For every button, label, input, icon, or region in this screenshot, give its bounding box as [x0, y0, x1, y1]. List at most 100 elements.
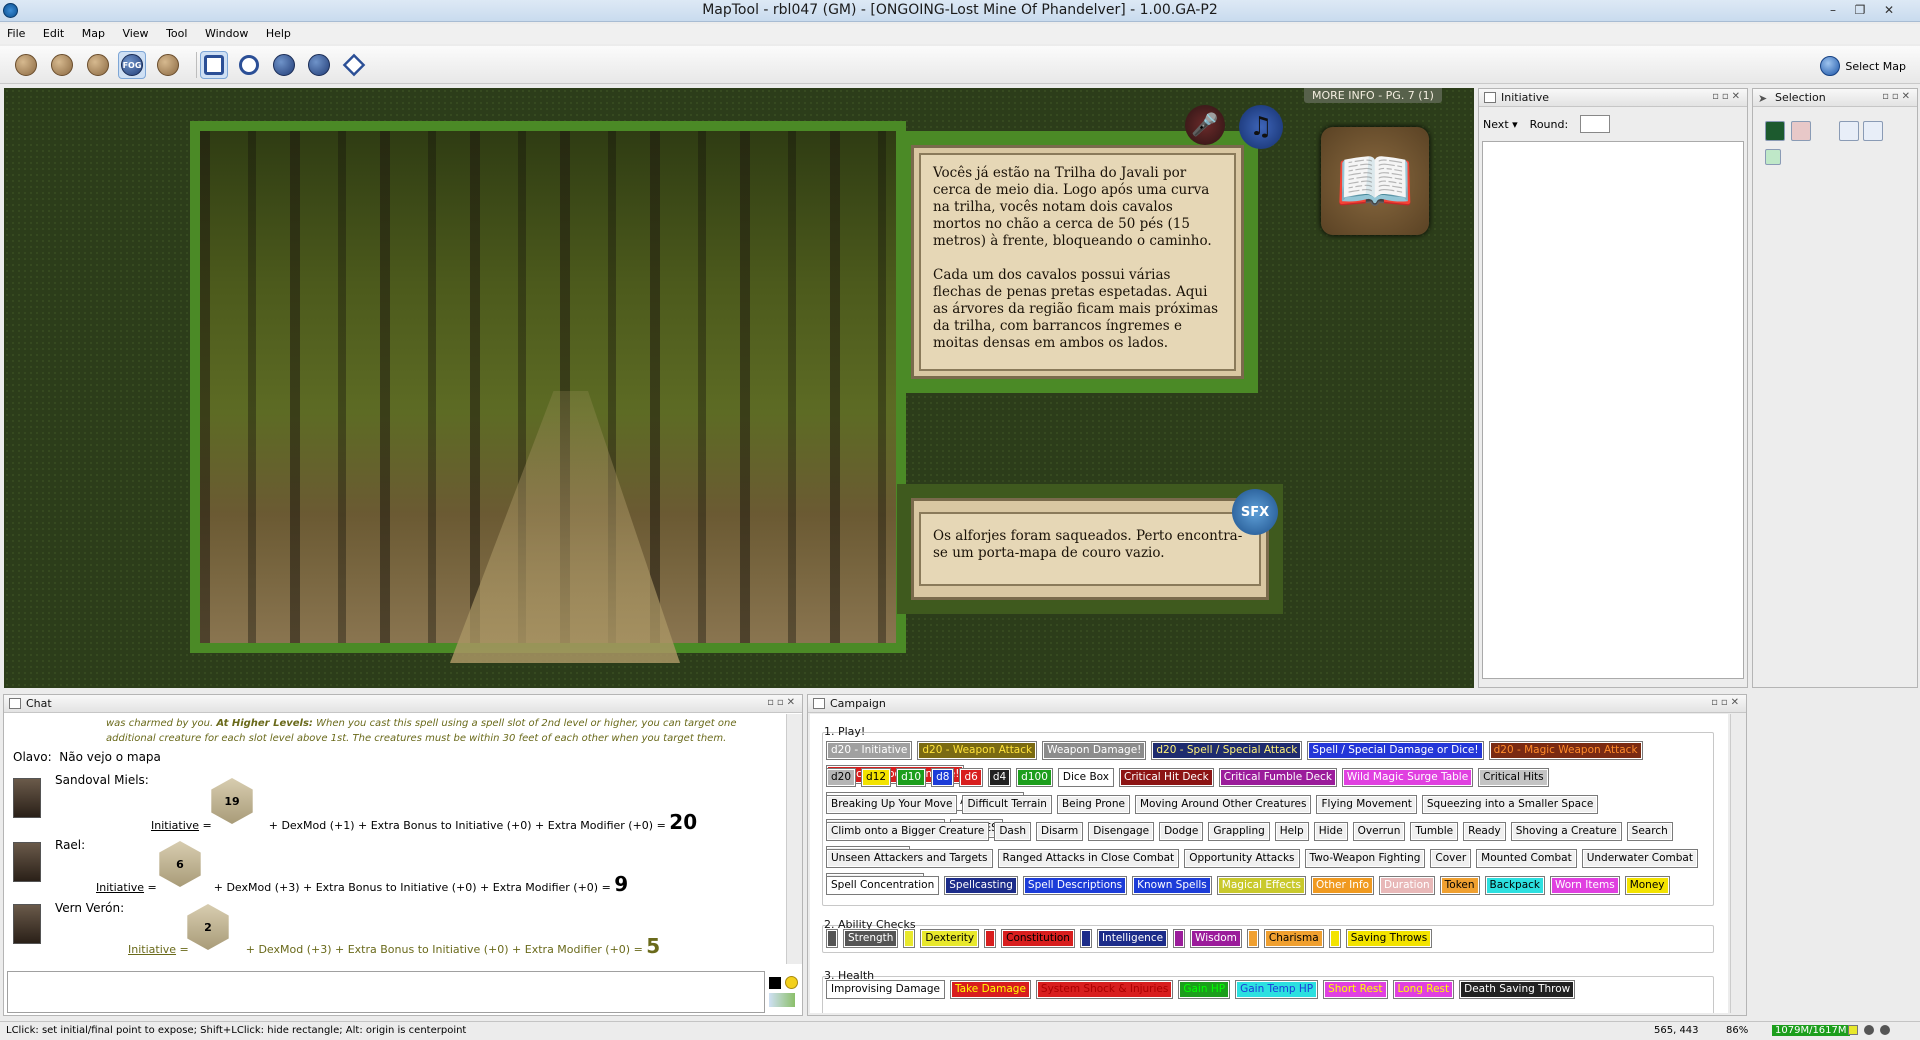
select-map-button[interactable]: Select Map	[1820, 56, 1906, 76]
next-icon[interactable]	[1863, 121, 1883, 141]
macro-button[interactable]: Magical Effects	[1216, 876, 1307, 895]
fog-oval-button[interactable]	[235, 51, 263, 79]
macro-button[interactable]: d20 - Magic Weapon Attack	[1488, 741, 1643, 760]
macro-button[interactable]: Short Rest	[1323, 980, 1388, 999]
macro-button[interactable]: Death Saving Throw	[1459, 980, 1576, 999]
macro-button[interactable]: Strength	[843, 929, 899, 948]
select-all-icon[interactable]	[1765, 121, 1785, 141]
close-button[interactable]: ✕	[1877, 1, 1901, 19]
macro-button[interactable]: d4	[987, 768, 1012, 787]
topology-tool-button[interactable]	[154, 51, 182, 79]
menu-tool[interactable]: Tool	[159, 24, 194, 40]
macro-button[interactable]: Known Spells	[1132, 876, 1212, 895]
macro-button[interactable]: Dice Box	[1057, 768, 1114, 787]
macro-button[interactable]: Critical Hits	[1478, 768, 1549, 787]
menu-help[interactable]: Help	[259, 24, 298, 40]
macro-button[interactable]: Money	[1624, 876, 1670, 895]
round-field[interactable]	[1580, 115, 1611, 133]
small-macro-button[interactable]	[984, 929, 997, 948]
chat-input[interactable]	[7, 971, 765, 1013]
macro-button[interactable]: Critical Fumble Deck	[1218, 768, 1337, 787]
macro-button[interactable]: Disengage	[1088, 822, 1155, 841]
previous-icon[interactable]	[1839, 121, 1859, 141]
macro-button[interactable]: Dexterity	[920, 929, 980, 948]
macro-button[interactable]: Wild Magic Surge Table	[1341, 768, 1474, 787]
macro-button[interactable]: Spellcasting	[944, 876, 1018, 895]
macro-button[interactable]: Take Damage	[949, 980, 1031, 999]
macro-button[interactable]: d6	[959, 768, 983, 787]
small-macro-button[interactable]	[1079, 929, 1092, 948]
macro-button[interactable]: Worn Items	[1549, 876, 1620, 895]
macro-button[interactable]: Being Prone	[1056, 795, 1130, 814]
macro-button[interactable]: Dash	[994, 822, 1031, 841]
map-view[interactable]: Vocês já estão na Trilha do Javali por c…	[4, 88, 1474, 688]
macro-button[interactable]: Tumble	[1410, 822, 1459, 841]
macro-button[interactable]: Gain Temp HP	[1235, 980, 1319, 999]
fog-tool-button[interactable]: FOG	[118, 51, 146, 79]
macro-button[interactable]: Overrun	[1352, 822, 1406, 841]
macro-button[interactable]: Backpack	[1484, 876, 1545, 895]
book-icon[interactable]: 📖	[1321, 127, 1429, 235]
macro-button[interactable]: Breaking Up Your Move	[826, 795, 958, 814]
macro-button[interactable]: d20 - Weapon Attack	[917, 741, 1038, 760]
macro-button[interactable]: Spell / Special Damage or Dice!	[1307, 741, 1484, 760]
macro-button[interactable]: Disarm	[1035, 822, 1084, 841]
pointer-tool-button[interactable]	[12, 51, 40, 79]
macro-button[interactable]: d8	[931, 768, 955, 787]
menu-map[interactable]: Map	[75, 24, 112, 40]
menu-edit[interactable]: Edit	[36, 24, 71, 40]
macro-button[interactable]: Spell Descriptions	[1022, 876, 1128, 895]
roll-label[interactable]: Initiative	[151, 819, 199, 832]
macro-button[interactable]: d100	[1016, 768, 1053, 787]
deselect-icon[interactable]	[1791, 121, 1811, 141]
macro-button[interactable]: Opportunity Attacks	[1184, 849, 1300, 868]
macro-button[interactable]: Shoving a Creature	[1510, 822, 1622, 841]
macro-button[interactable]: Search	[1626, 822, 1673, 841]
macro-button[interactable]: Hide	[1313, 822, 1348, 841]
small-macro-button[interactable]	[1173, 929, 1186, 948]
macro-button[interactable]: Grappling	[1208, 822, 1270, 841]
chat-scrollbar[interactable]	[786, 714, 802, 964]
small-macro-button[interactable]	[1328, 929, 1341, 948]
macro-button[interactable]: Flying Movement	[1316, 795, 1417, 814]
macro-button[interactable]: Critical Hit Deck	[1118, 768, 1214, 787]
menu-file[interactable]: File	[0, 24, 32, 40]
macro-button[interactable]: d20	[826, 768, 857, 787]
macro-button[interactable]: Gain HP	[1178, 980, 1231, 999]
refresh-icon[interactable]	[1765, 149, 1781, 165]
macro-button[interactable]: Long Rest	[1392, 980, 1455, 999]
menu-window[interactable]: Window	[198, 24, 255, 40]
macro-button[interactable]: Moving Around Other Creatures	[1134, 795, 1312, 814]
macro-button[interactable]: Duration	[1379, 876, 1435, 895]
sfx-button[interactable]: SFX	[1232, 489, 1278, 535]
small-macro-button[interactable]	[826, 929, 838, 948]
macro-button[interactable]: Improvising Damage	[826, 980, 945, 999]
macro-button[interactable]: Climb onto a Bigger Creature	[826, 822, 990, 841]
template-tool-button[interactable]	[84, 51, 112, 79]
macro-button[interactable]: Wisdom	[1190, 929, 1242, 948]
macro-button[interactable]: Difficult Terrain	[962, 795, 1052, 814]
macro-button[interactable]: Help	[1274, 822, 1309, 841]
macro-button[interactable]: Ready	[1463, 822, 1506, 841]
microphone-icon[interactable]: 🎤	[1185, 105, 1225, 145]
initiative-list[interactable]	[1482, 141, 1744, 679]
macro-button[interactable]: Saving Throws	[1345, 929, 1433, 948]
small-macro-button[interactable]	[1246, 929, 1259, 948]
macro-button[interactable]: Squeezing into a Smaller Space	[1421, 795, 1599, 814]
emoji-icon[interactable]	[785, 976, 798, 989]
memory-usage[interactable]: 1079M/1617M	[1772, 1025, 1850, 1036]
macro-button[interactable]: Intelligence	[1096, 929, 1169, 948]
panel-controls[interactable]: ▫▫✕	[1711, 697, 1742, 708]
panel-controls[interactable]: ▫▫✕	[1882, 91, 1913, 102]
minimize-button[interactable]: –	[1821, 1, 1845, 19]
macro-button[interactable]: d12	[861, 768, 892, 787]
maximize-button[interactable]: ❐	[1848, 1, 1872, 19]
macro-button[interactable]: System Shock & Injuries	[1035, 980, 1174, 999]
macro-button[interactable]: Ranged Attacks in Close Combat	[997, 849, 1180, 868]
macro-button[interactable]: d20 - Initiative	[826, 741, 913, 760]
macro-button[interactable]: Underwater Combat	[1581, 849, 1698, 868]
macro-button[interactable]: d10	[896, 768, 927, 787]
next-button[interactable]: Next ▾	[1483, 118, 1518, 131]
more-info-label[interactable]: MORE INFO - PG. 7 (1)	[1304, 88, 1442, 103]
macro-button[interactable]: Charisma	[1263, 929, 1324, 948]
